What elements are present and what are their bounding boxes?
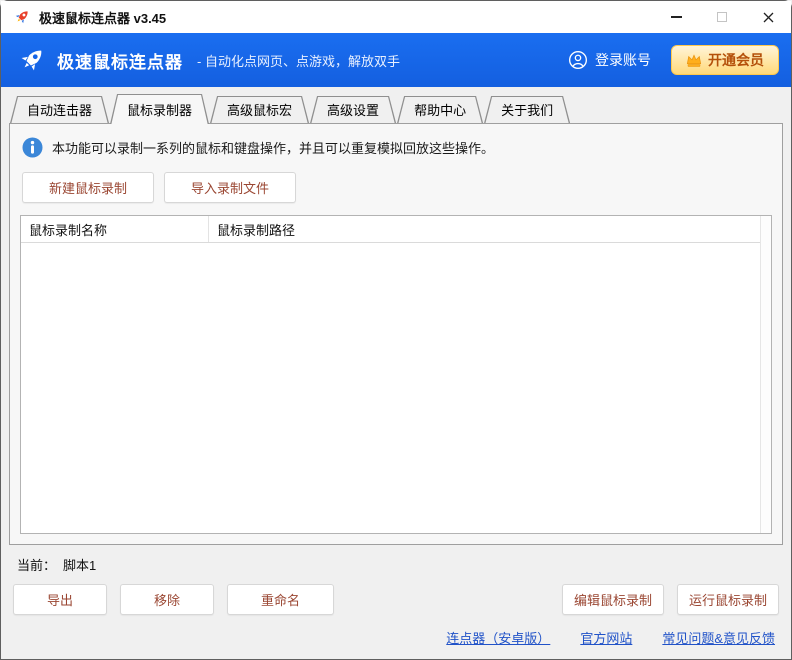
current-script-value: 脚本1 — [63, 555, 96, 574]
login-button[interactable]: 登录账号 — [568, 50, 651, 70]
maximize-icon — [717, 12, 727, 22]
run-recording-button[interactable]: 运行鼠标录制 — [677, 584, 779, 615]
tab-label: 高级鼠标宏 — [227, 100, 292, 119]
remove-button[interactable]: 移除 — [120, 584, 214, 615]
link-official-site[interactable]: 官方网站 — [580, 628, 632, 647]
column-header-path: 鼠标录制路径 — [209, 216, 760, 242]
header-banner: 极速鼠标连点器 - 自动化点网页、点游戏，解放双手 登录账号 开通会员 — [1, 33, 791, 87]
recording-table-header: 鼠标录制名称 鼠标录制路径 — [21, 216, 771, 243]
window-title: 极速鼠标连点器 v3.45 — [39, 8, 166, 27]
tab-bar: 自动连击器 鼠标录制器 高级鼠标宏 高级设置 帮助中心 关于我们 — [1, 87, 791, 123]
app-rocket-icon — [13, 8, 31, 26]
recording-table: 鼠标录制名称 鼠标录制路径 — [20, 215, 772, 534]
user-icon — [568, 50, 588, 70]
crown-icon — [686, 53, 702, 68]
spacer — [347, 584, 549, 615]
window-controls — [653, 1, 791, 33]
app-window: { "window": { "title": "极速鼠标连点器 v3.45" }… — [0, 0, 792, 660]
vip-button[interactable]: 开通会员 — [671, 45, 779, 75]
banner-tagline: - 自动化点网页、点游戏，解放双手 — [197, 51, 400, 70]
vertical-scrollbar[interactable] — [760, 216, 771, 533]
import-file-button[interactable]: 导入录制文件 — [164, 172, 296, 203]
action-row: 新建鼠标录制 导入录制文件 — [22, 172, 770, 203]
banner-app-name: 极速鼠标连点器 — [57, 48, 183, 73]
tab-about-us[interactable]: 关于我们 — [484, 96, 570, 123]
tab-label: 高级设置 — [327, 100, 379, 119]
current-script-label: 当前： — [17, 555, 56, 574]
tab-advanced-macro[interactable]: 高级鼠标宏 — [210, 96, 309, 123]
tab-help-center[interactable]: 帮助中心 — [397, 96, 483, 123]
titlebar: 极速鼠标连点器 v3.45 — [1, 1, 791, 33]
footer: 连点器（安卓版） 官方网站 常见问题&意见反馈 — [1, 615, 791, 659]
export-button[interactable]: 导出 — [13, 584, 107, 615]
tab-label: 帮助中心 — [414, 100, 466, 119]
minimize-button[interactable] — [653, 1, 699, 33]
edit-recording-button[interactable]: 编辑鼠标录制 — [562, 584, 664, 615]
info-icon — [22, 137, 43, 158]
tab-label: 关于我们 — [501, 100, 553, 119]
close-icon — [763, 12, 774, 23]
tab-label: 鼠标录制器 — [127, 100, 192, 119]
link-faq-feedback[interactable]: 常见问题&意见反馈 — [662, 628, 775, 647]
link-android-version[interactable]: 连点器（安卓版） — [446, 628, 550, 647]
info-row: 本功能可以录制一系列的鼠标和键盘操作，并且可以重复模拟回放这些操作。 — [22, 137, 770, 158]
tab-advanced-settings[interactable]: 高级设置 — [310, 96, 396, 123]
new-recording-button[interactable]: 新建鼠标录制 — [22, 172, 154, 203]
recording-table-body[interactable] — [21, 243, 771, 533]
rename-button[interactable]: 重命名 — [227, 584, 334, 615]
maximize-button[interactable] — [699, 1, 745, 33]
current-script-row: 当前： 脚本1 — [17, 555, 775, 574]
recorder-panel: 本功能可以录制一系列的鼠标和键盘操作，并且可以重复模拟回放这些操作。 新建鼠标录… — [9, 123, 783, 545]
minimize-icon — [671, 16, 682, 18]
column-header-name: 鼠标录制名称 — [21, 216, 209, 242]
tab-label: 自动连击器 — [27, 100, 92, 119]
vip-label: 开通会员 — [708, 50, 764, 70]
close-button[interactable] — [745, 1, 791, 33]
tab-auto-clicker[interactable]: 自动连击器 — [10, 96, 109, 123]
bottom-button-row: 导出 移除 重命名 编辑鼠标录制 运行鼠标录制 — [13, 584, 779, 615]
login-label: 登录账号 — [595, 50, 651, 70]
feature-description: 本功能可以录制一系列的鼠标和键盘操作，并且可以重复模拟回放这些操作。 — [52, 138, 494, 157]
tab-mouse-recorder[interactable]: 鼠标录制器 — [110, 94, 209, 124]
banner-rocket-icon — [17, 45, 47, 75]
